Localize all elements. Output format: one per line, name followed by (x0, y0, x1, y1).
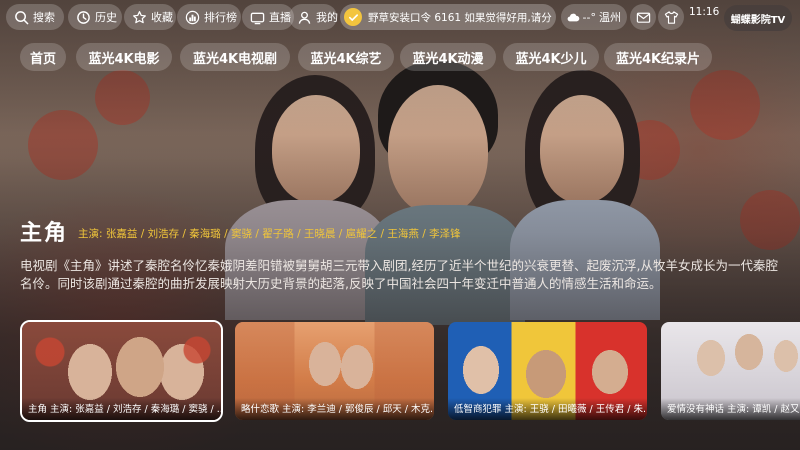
tab-4k-documentary[interactable]: 蓝光4K纪录片 (604, 43, 712, 71)
tab-4k-anime[interactable]: 蓝光4K动漫 (400, 43, 496, 71)
tab-4k-kids[interactable]: 蓝光4K少儿 (503, 43, 599, 71)
user-icon (298, 11, 311, 24)
search-button[interactable]: 搜索 (6, 4, 64, 30)
shirt-icon (664, 10, 678, 24)
notice-icon (344, 8, 362, 26)
search-icon (15, 10, 29, 24)
featured-cast: 主演: 张嘉益 / 刘浩存 / 秦海璐 / 窦骁 / 翟子路 / 王晓晨 / 扈… (78, 228, 461, 240)
clock: 11:16 (689, 6, 720, 18)
weather-temp: --° (582, 10, 596, 24)
card-caption: 主角 主演: 张嘉益 / 刘浩存 / 秦海璐 / 窦骁 / ... (22, 398, 221, 420)
poster-card[interactable]: 略什恋歌 主演: 李兰迪 / 郭俊辰 / 邱天 / 木克... (235, 322, 434, 420)
ranking-label: 排行榜 (204, 11, 237, 24)
tab-4k-movies[interactable]: 蓝光4K电影 (76, 43, 172, 71)
notice-text: 野草安装口令 6161 如果觉得好用,请分 (368, 11, 552, 24)
history-button[interactable]: 历史 (68, 4, 122, 30)
notice-marquee[interactable]: 野草安装口令 6161 如果觉得好用,请分 (340, 4, 556, 30)
poster-card[interactable]: 主角 主演: 张嘉益 / 刘浩存 / 秦海璐 / 窦骁 / ... (20, 320, 223, 422)
mail-icon (636, 12, 650, 23)
poster-card[interactable]: 低智商犯罪 主演: 王骁 / 田曦薇 / 王传君 / 朱... (448, 322, 647, 420)
top-bar: 搜索 历史 收藏 排行榜 直播 我的 野草安装口令 6161 如果觉得好用,请分… (6, 4, 796, 31)
cloud-icon (567, 13, 580, 21)
featured-title: 主角 (20, 221, 69, 246)
tab-4k-tv[interactable]: 蓝光4K电视剧 (180, 43, 290, 71)
star-icon (133, 10, 146, 23)
favorites-button[interactable]: 收藏 (124, 4, 176, 30)
skin-button[interactable] (658, 4, 684, 30)
card-caption: 爱情没有神话 主演: 谭凯 / 赵又... (661, 398, 800, 420)
card-caption: 略什恋歌 主演: 李兰迪 / 郭俊辰 / 邱天 / 木克... (235, 398, 434, 420)
live-label: 直播 (269, 11, 291, 24)
history-label: 历史 (95, 11, 117, 24)
live-button[interactable]: 直播 (242, 4, 294, 30)
weather-widget[interactable]: --° 温州 (561, 4, 627, 30)
tv-icon (250, 12, 265, 24)
mine-label: 我的 (316, 11, 338, 24)
featured-description: 电视剧《主角》讲述了秦腔名伶忆秦娥阴差阳错被舅舅胡三元带入剧团,经历了近半个世纪… (20, 258, 778, 291)
card-caption: 低智商犯罪 主演: 王骁 / 田曦薇 / 王传君 / 朱... (448, 398, 647, 420)
weather-city: 温州 (599, 11, 621, 24)
tab-home[interactable]: 首页 (20, 43, 66, 71)
history-icon (77, 10, 90, 24)
ranking-icon (185, 10, 200, 24)
ranking-button[interactable]: 排行榜 (177, 4, 241, 30)
mine-button[interactable]: 我的 (289, 4, 338, 30)
brand-logo: 蝴蝶影院TV (724, 5, 792, 31)
poster-card[interactable]: 爱情没有神话 主演: 谭凯 / 赵又... (661, 322, 800, 420)
search-label: 搜索 (33, 11, 55, 24)
tab-4k-variety[interactable]: 蓝光4K综艺 (298, 43, 394, 71)
favorites-label: 收藏 (151, 11, 173, 24)
message-button[interactable] (630, 4, 656, 30)
